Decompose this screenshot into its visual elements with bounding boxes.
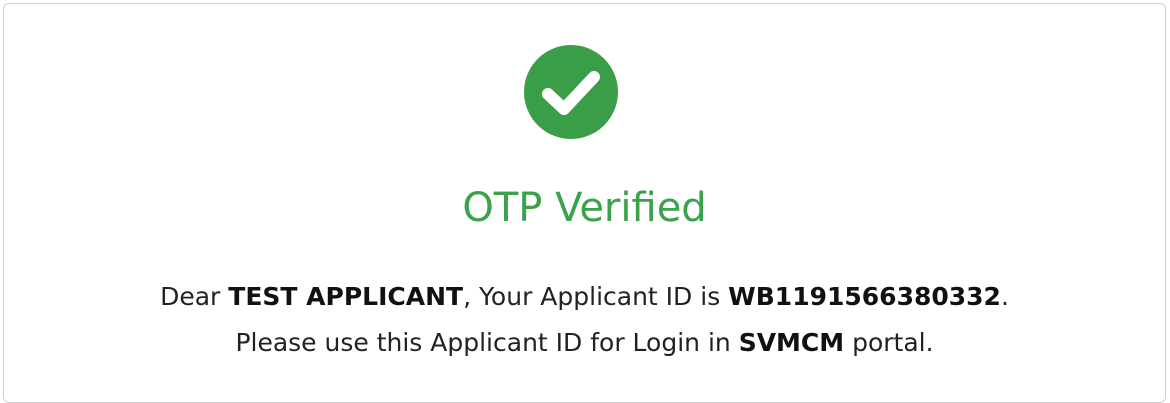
verification-card: OTP Verified Dear TEST APPLICANT, Your A…	[3, 3, 1166, 403]
login-instruction-text: Please use this Applicant ID for Login i…	[235, 328, 739, 357]
message-line-2: Please use this Applicant ID for Login i…	[4, 320, 1165, 366]
greeting-prefix: Dear	[160, 282, 229, 311]
applicant-id: WB1191566380332	[728, 282, 1001, 311]
portal-name: SVMCM	[738, 328, 845, 357]
id-intro-text: , Your Applicant ID is	[463, 282, 729, 311]
applicant-name: TEST APPLICANT	[228, 282, 464, 311]
message-line-1: Dear TEST APPLICANT, Your Applicant ID i…	[4, 274, 1165, 320]
line1-suffix: .	[1000, 282, 1009, 311]
confirmation-message: Dear TEST APPLICANT, Your Applicant ID i…	[4, 274, 1165, 366]
status-title: OTP Verified	[462, 185, 707, 231]
check-circle-icon	[524, 45, 618, 139]
line2-suffix: portal.	[844, 328, 934, 357]
